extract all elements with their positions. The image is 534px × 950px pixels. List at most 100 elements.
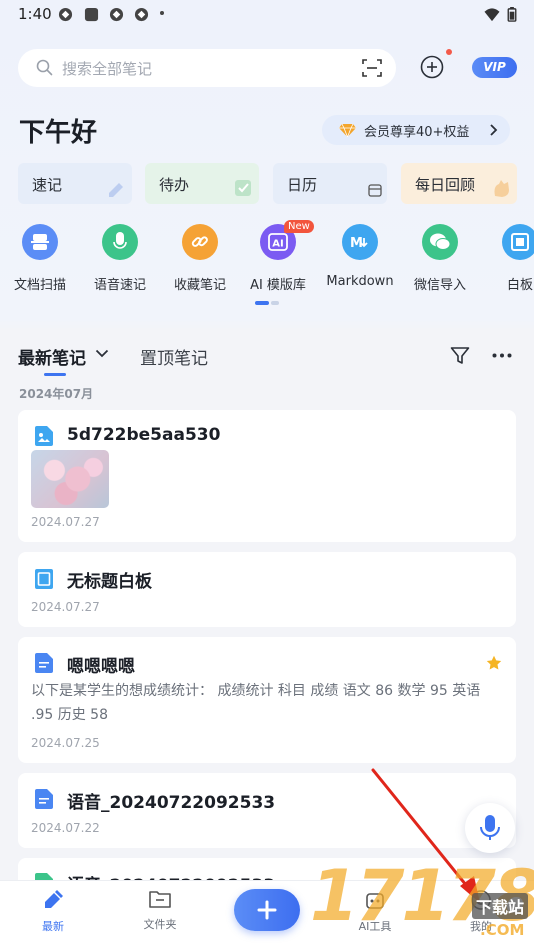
- search-input[interactable]: 搜索全部笔记: [18, 49, 396, 87]
- note-card[interactable]: 语音_20240722092533 2024.07.22: [18, 773, 516, 848]
- image-note-icon: [35, 426, 53, 446]
- note-title: 无标题白板: [67, 572, 152, 592]
- tool-label: 收藏笔记: [173, 278, 226, 293]
- bottom-nav: 最新 文件夹 AI工具 我的: [0, 880, 534, 950]
- note-thumbnail-image: [31, 450, 109, 508]
- wechat-icon: [422, 224, 458, 260]
- svg-text:AI: AI: [272, 239, 283, 250]
- create-note-button[interactable]: [234, 889, 300, 931]
- greeting-title: 下午好: [19, 118, 98, 148]
- tool-ai-template[interactable]: AI New AI 模版库: [238, 220, 318, 293]
- tool-markdown[interactable]: M Markdown: [320, 224, 400, 289]
- nav-label: AI工具: [358, 920, 392, 933]
- status-bar: 1:40: [0, 0, 534, 30]
- latest-icon: [45, 890, 63, 908]
- member-benefits-button[interactable]: 会员尊享40+权益: [322, 115, 510, 145]
- plus-icon: [257, 900, 277, 920]
- note-date: 2024.07.22: [31, 821, 100, 835]
- search-placeholder: 搜索全部笔记: [62, 60, 153, 78]
- quick-note-card[interactable]: 速记: [18, 163, 132, 204]
- more-icon[interactable]: [492, 353, 512, 358]
- link-icon: [182, 224, 218, 260]
- daily-review-card[interactable]: 每日回顾: [401, 163, 517, 204]
- svg-text:M: M: [350, 236, 363, 249]
- tab-latest-notes[interactable]: 最新笔记: [18, 344, 86, 369]
- nav-profile[interactable]: 我的: [446, 889, 516, 934]
- status-more-dot: [160, 11, 164, 15]
- status-time: 1:40: [18, 5, 52, 23]
- new-badge: New: [284, 220, 314, 233]
- add-circle-icon[interactable]: [420, 55, 444, 79]
- nav-latest[interactable]: 最新: [18, 889, 88, 934]
- calendar-card[interactable]: 日历: [273, 163, 387, 204]
- search-icon: [36, 59, 53, 76]
- quick-card-label: 每日回顾: [415, 176, 476, 194]
- quick-card-label: 日历: [287, 176, 318, 194]
- tool-label: 微信导入: [413, 278, 466, 293]
- whiteboard-note-icon: [35, 569, 53, 589]
- vip-button[interactable]: VIP: [472, 57, 517, 78]
- nav-ai-tools[interactable]: AI工具: [340, 889, 410, 934]
- note-title: 语音_20240722092533: [67, 793, 276, 813]
- nav-label: 我的: [470, 920, 492, 933]
- nav-folder[interactable]: 文件夹: [125, 889, 195, 932]
- doc-note-icon: [35, 653, 53, 673]
- status-app-icon: [84, 7, 99, 22]
- nav-label: 文件夹: [143, 918, 177, 931]
- ai-tools-icon: [366, 893, 384, 909]
- tool-label: 文档扫描: [13, 278, 66, 293]
- note-card[interactable]: 无标题白板 2024.07.27: [18, 552, 516, 627]
- note-date: 2024.07.27: [31, 600, 100, 614]
- folder-icon: [149, 891, 171, 908]
- voice-note-fab[interactable]: [465, 803, 515, 853]
- note-date: 2024.07.27: [31, 515, 100, 529]
- quick-card-label: 待办: [159, 176, 190, 194]
- pen-icon: [106, 176, 128, 202]
- doc-note-icon: [35, 789, 53, 809]
- tab-active-indicator: [44, 373, 66, 376]
- star-icon: [486, 655, 502, 670]
- whiteboard-icon: [502, 224, 534, 260]
- note-card[interactable]: 5d722be5aa530 2024.07.27: [18, 410, 516, 542]
- profile-icon: [471, 890, 491, 910]
- tool-label: AI 模版库: [250, 278, 306, 293]
- wifi-icon: [484, 8, 500, 22]
- battery-icon: [507, 7, 517, 22]
- mic-icon: [102, 224, 138, 260]
- scan-icon[interactable]: [362, 58, 382, 78]
- note-title: 5d722be5aa530: [67, 425, 221, 445]
- scan-doc-icon: [22, 224, 58, 260]
- checkbox-icon: [233, 176, 255, 202]
- tool-mic[interactable]: 语音速记: [80, 224, 160, 293]
- chevron-right-icon: [490, 124, 498, 136]
- tool-link[interactable]: 收藏笔记: [160, 224, 240, 293]
- tab-pinned-notes[interactable]: 置顶笔记: [140, 344, 208, 369]
- note-preview-text: 以下是某学生的想成绩统计： 成绩统计 科目 成绩 语文 86 数学 95 英语 …: [31, 683, 481, 723]
- note-card[interactable]: 嗯嗯嗯嗯 以下是某学生的想成绩统计： 成绩统计 科目 成绩 语文 86 数学 9…: [18, 637, 516, 763]
- tool-label: 语音速记: [93, 278, 146, 293]
- tool-whiteboard[interactable]: 白板: [480, 224, 534, 293]
- month-group-label: 2024年07月: [19, 387, 94, 401]
- member-benefits-label: 会员尊享40+权益: [364, 125, 470, 140]
- page-indicator: [255, 301, 279, 305]
- diamond-icon: [339, 123, 356, 137]
- nav-label: 最新: [42, 920, 64, 933]
- notification-dot: [446, 49, 452, 55]
- mic-icon: [480, 815, 500, 840]
- tool-label: 白板: [506, 278, 533, 293]
- status-app-icon: [109, 7, 124, 22]
- tool-wechat[interactable]: 微信导入: [400, 224, 480, 293]
- quick-card-label: 速记: [32, 176, 63, 194]
- tool-scan-doc[interactable]: 文档扫描: [0, 224, 80, 293]
- note-title: 嗯嗯嗯嗯: [67, 657, 135, 677]
- status-app-icon: [58, 7, 73, 22]
- tool-label: Markdown: [326, 274, 394, 289]
- status-app-icon: [134, 7, 149, 22]
- note-date: 2024.07.25: [31, 736, 100, 750]
- chevron-down-icon[interactable]: [95, 349, 109, 358]
- markdown-icon: M: [342, 224, 378, 260]
- filter-icon[interactable]: [450, 346, 470, 366]
- calendar-icon: [367, 182, 383, 202]
- todo-card[interactable]: 待办: [145, 163, 259, 204]
- hand-icon: [491, 176, 513, 202]
